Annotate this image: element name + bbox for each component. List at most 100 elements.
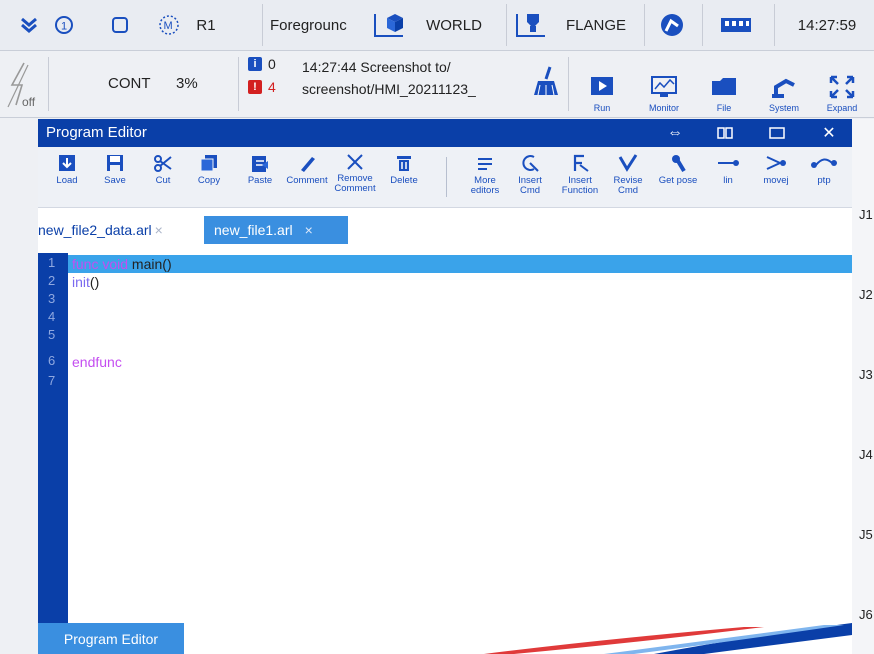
manual-mode-icon[interactable]: M: [154, 0, 184, 50]
decorative-swoosh: [484, 623, 852, 654]
info-count: 0: [268, 56, 276, 72]
servo-power-icon[interactable]: off: [2, 59, 42, 111]
file-button-label: File: [716, 103, 732, 113]
monitor-button-label: Monitor: [648, 103, 679, 113]
tab-new-file2-data[interactable]: new_file2_data.arl ×: [38, 216, 200, 244]
run-button-label: Run: [593, 103, 611, 113]
joint-label-column: J1 J2 J3 J4 J5 J6: [852, 119, 874, 654]
message-line-2: screenshot/HMI_20211123_: [302, 81, 476, 97]
save-label: Save: [104, 175, 126, 186]
clock: 14:27:59: [797, 16, 857, 34]
remove-comment-button[interactable]: Remove Comment: [332, 153, 378, 203]
cut-button[interactable]: Cut: [142, 153, 184, 203]
load-label: Load: [56, 175, 78, 186]
function-name: init: [72, 274, 90, 290]
code-line-6[interactable]: endfunc: [68, 353, 852, 371]
svg-text:1: 1: [61, 21, 67, 33]
error-icon[interactable]: !: [248, 80, 262, 94]
joint-label-j1: J1: [859, 207, 873, 222]
revise-cmd-label: Revise Cmd: [613, 175, 643, 196]
tab-close-icon[interactable]: ×: [155, 222, 163, 238]
run-mode-label[interactable]: Foregrounc: [270, 0, 366, 50]
joint-label-j3: J3: [859, 367, 873, 382]
lin-button[interactable]: lin: [708, 153, 748, 203]
maximize-icon[interactable]: [760, 119, 794, 147]
tab-label: new_file2_data.arl: [38, 222, 152, 238]
run-button[interactable]: Run: [576, 55, 628, 113]
collapse-chevron-icon[interactable]: [14, 0, 44, 50]
close-icon[interactable]: ✕: [812, 119, 846, 147]
expand-button[interactable]: Expand: [816, 55, 868, 113]
code-line-1[interactable]: func void main(): [68, 255, 852, 273]
io-module-icon[interactable]: [712, 0, 760, 50]
ptp-button[interactable]: ptp: [804, 153, 844, 203]
system-button[interactable]: System: [758, 55, 810, 113]
revise-cmd-button[interactable]: Revise Cmd: [606, 153, 650, 203]
line-number: 4: [48, 309, 56, 324]
robot-label: R1: [196, 16, 216, 34]
line-number: 5: [48, 327, 56, 342]
joint-label-j6: J6: [859, 607, 873, 622]
movej-button[interactable]: movej: [756, 153, 796, 203]
footer-area: Program Editor: [38, 623, 852, 654]
comment-button[interactable]: Comment: [284, 153, 330, 203]
square-icon[interactable]: [106, 0, 134, 50]
line-number: 2: [48, 273, 56, 288]
code-line-2[interactable]: init(): [68, 273, 852, 291]
line-number: 7: [48, 373, 56, 388]
mode-one-icon[interactable]: 1: [50, 0, 78, 50]
joint-label-j5: J5: [859, 527, 873, 542]
load-button[interactable]: Load: [46, 153, 88, 203]
code-text: main(): [128, 256, 172, 272]
insert-function-button[interactable]: Insert Function: [556, 153, 604, 203]
footer-tab-program-editor[interactable]: Program Editor: [38, 623, 184, 654]
delete-label: Delete: [390, 175, 418, 186]
motion-mode-label[interactable]: CONT: [108, 75, 151, 92]
get-pose-button[interactable]: Get pose: [656, 153, 700, 203]
cut-label: Cut: [155, 175, 171, 186]
message-line-1: 14:27:44 Screenshot to/: [302, 59, 451, 75]
expand-button-label: Expand: [826, 103, 858, 113]
ptp-label: ptp: [817, 175, 831, 186]
svg-text:M: M: [164, 20, 173, 32]
robot-arm-icon[interactable]: [652, 0, 692, 50]
flange-tool-icon[interactable]: [510, 0, 550, 50]
joint-label-j2: J2: [859, 287, 873, 302]
toolbar-divider: [446, 157, 447, 197]
coord-system-label[interactable]: WORLD: [414, 0, 494, 50]
line-number: 1: [48, 255, 56, 270]
tab-close-icon[interactable]: ×: [305, 222, 313, 238]
delete-button[interactable]: Delete: [382, 153, 426, 203]
copy-button[interactable]: Copy: [188, 153, 230, 203]
keyword: func void: [72, 256, 129, 272]
status-bar: off CONT 3% i 0 ! 4 14:27:44 Screenshot …: [0, 51, 874, 118]
code-editor[interactable]: 1 func void main() 2 init() 3 4 5 6 endf…: [38, 253, 852, 623]
more-editors-label: More editors: [470, 175, 500, 196]
world-frame-icon[interactable]: [370, 0, 406, 50]
more-editors-button[interactable]: More editors: [464, 153, 506, 203]
paste-button[interactable]: Paste: [238, 153, 282, 203]
clear-messages-broom-icon[interactable]: [532, 65, 560, 104]
monitor-button[interactable]: Monitor: [638, 55, 690, 113]
top-bar: 1 M R1 Foregrounc WORLD FLANGE 14:27:59: [0, 0, 874, 51]
movej-label: movej: [763, 175, 789, 186]
info-icon[interactable]: i: [248, 57, 262, 71]
swap-arrows-icon[interactable]: ⇔: [658, 119, 692, 147]
file-button[interactable]: File: [698, 55, 750, 113]
split-view-icon[interactable]: [708, 119, 742, 147]
tab-label: new_file1.arl: [214, 222, 293, 238]
speed-label[interactable]: 3%: [176, 75, 198, 92]
insert-function-label: Insert Function: [561, 175, 599, 196]
window-title: Program Editor: [46, 124, 147, 141]
save-button[interactable]: Save: [94, 153, 136, 203]
line-number: 3: [48, 291, 56, 306]
copy-label: Copy: [197, 175, 221, 186]
system-button-label: System: [768, 103, 799, 113]
lin-label: lin: [723, 175, 733, 186]
servo-state-label: off: [22, 95, 36, 109]
remove-comment-label: Remove Comment: [334, 173, 376, 194]
tab-new-file1[interactable]: new_file1.arl ×: [204, 216, 348, 244]
insert-cmd-button[interactable]: Insert Cmd: [510, 153, 550, 203]
error-count: 4: [268, 79, 276, 95]
tool-frame-label[interactable]: FLANGE: [558, 0, 634, 50]
